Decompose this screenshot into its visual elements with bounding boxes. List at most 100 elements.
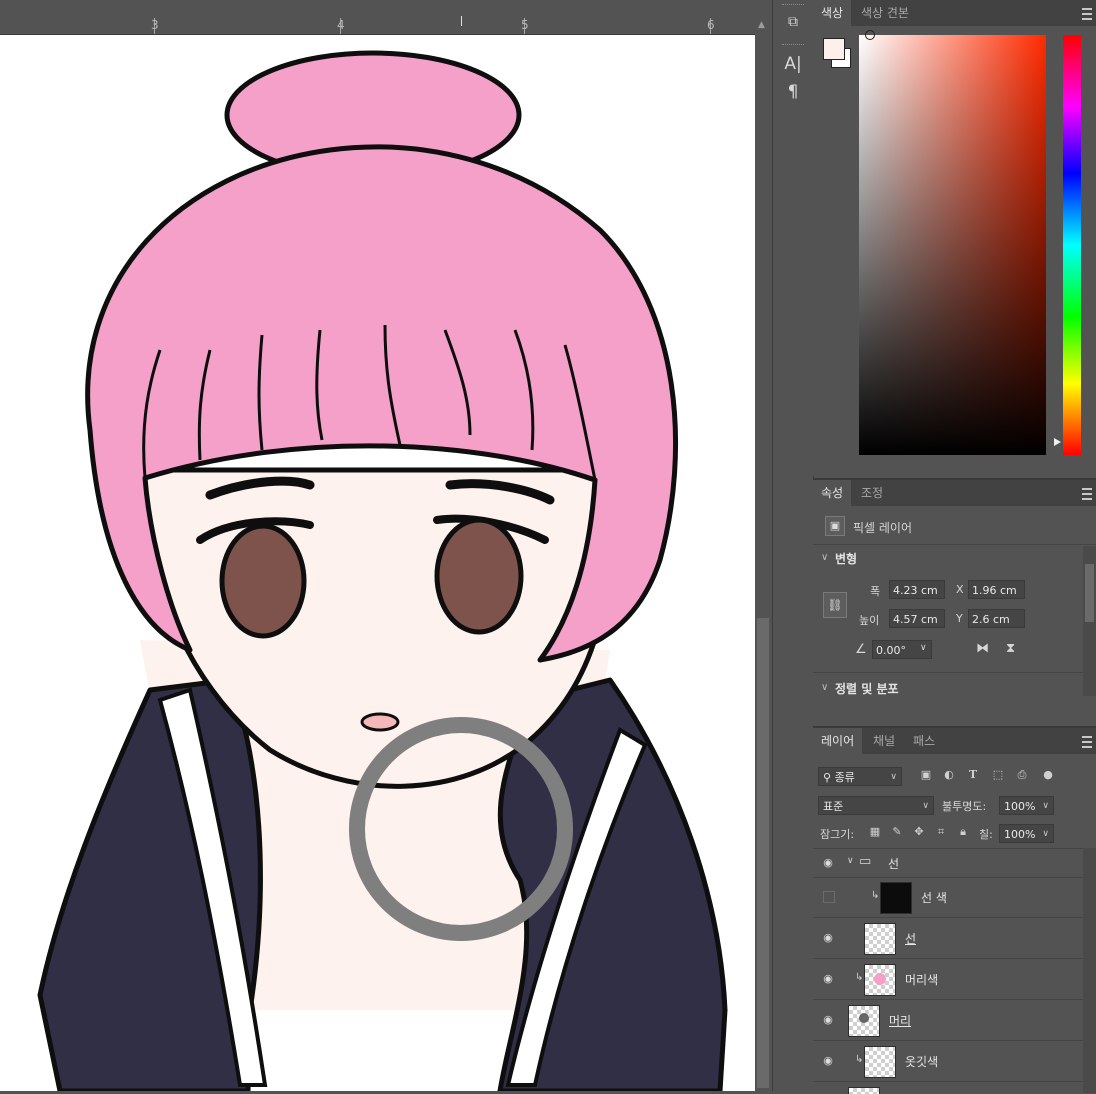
tab-layers[interactable]: 레이어 [813, 728, 863, 754]
chevron-down-icon: ∨ [1042, 801, 1049, 811]
left-eye [219, 523, 307, 639]
chevron-down-icon[interactable]: ∨ [920, 643, 927, 653]
thumbnail-hair-shape [874, 973, 886, 985]
chevron-down-icon: ∨ [1042, 829, 1049, 839]
lock-position-icon[interactable]: ✥ [912, 825, 926, 839]
layer-row[interactable]: ↳ 선 색 [813, 877, 1083, 918]
chevron-down-icon[interactable]: ∨ [821, 682, 828, 693]
tab-swatches[interactable]: 색상 견본 [853, 0, 917, 26]
tab-color[interactable]: 색상 [813, 0, 852, 26]
thumbnail-hair-shape [859, 1013, 869, 1023]
eye-icon[interactable]: ◉ [821, 1054, 835, 1068]
eye-icon[interactable]: ◉ [821, 972, 835, 986]
panel-menu-icon[interactable] [1082, 736, 1092, 748]
divider [813, 544, 1096, 545]
lock-transparency-icon[interactable]: ▦ [868, 825, 882, 839]
eye-icon[interactable]: ◉ [821, 856, 835, 870]
folder-icon: ▭ [859, 854, 872, 869]
y-field[interactable]: 2.6 cm [968, 609, 1025, 628]
layer-row[interactable]: ◉ 선 [813, 918, 1083, 959]
color-picker-cursor[interactable] [865, 30, 875, 40]
lock-paint-icon[interactable]: ✎ [890, 825, 904, 839]
flip-horizontal-icon[interactable]: ⧓ [976, 641, 989, 656]
tab-channels[interactable]: 채널 [865, 728, 903, 754]
history-icon[interactable]: ⧉ [781, 10, 805, 34]
transform-section-title[interactable]: 변형 [835, 550, 857, 567]
layer-name[interactable]: 선 [888, 855, 899, 872]
tab-properties[interactable]: 속성 [813, 480, 852, 506]
angle-icon: ∠ [855, 642, 867, 657]
layer-row[interactable]: ◉ ↳ 머리색 [813, 959, 1083, 1000]
chevron-down-icon[interactable]: ∨ [821, 552, 828, 563]
layer-name[interactable]: 머리 [889, 1012, 911, 1029]
shape-filter-icon[interactable]: ⬚ [991, 768, 1005, 782]
canvas-vertical-scrollbar[interactable]: ▲ [755, 0, 772, 1091]
properties-scrollbar[interactable] [1083, 546, 1096, 696]
character-illustration [37, 50, 728, 1091]
foreground-color-swatch[interactable] [823, 38, 845, 60]
filter-toggle-icon[interactable]: ● [1041, 768, 1055, 782]
scroll-up-icon[interactable]: ▲ [758, 20, 765, 30]
ruler-label: 4 [337, 18, 345, 32]
document-canvas[interactable] [0, 35, 755, 1091]
scrollbar-thumb[interactable] [1085, 564, 1094, 622]
align-distribute-section-title[interactable]: 정렬 및 분포 [835, 680, 899, 697]
panel-menu-icon[interactable] [1082, 8, 1092, 20]
pixel-layer-icon: ▣ [825, 516, 845, 536]
color-picker-field[interactable] [859, 35, 1046, 455]
layer-name[interactable]: 옷깃색 [905, 1053, 938, 1070]
opacity-value: 100% [1004, 800, 1036, 813]
layer-filter-value: 종류 [834, 771, 855, 784]
horizontal-ruler: 3 4 5 6 [0, 0, 755, 35]
layer-filter-select[interactable]: ⚲ 종류 ∨ [818, 767, 902, 786]
ruler-label: 3 [151, 18, 159, 32]
hue-slider-marker[interactable] [1054, 438, 1061, 446]
hidden-visibility-box[interactable] [823, 891, 835, 903]
fill-field[interactable]: 100% ∨ [999, 824, 1054, 843]
layer-row[interactable]: ◉ ↳ 옷깃색 [813, 1041, 1083, 1082]
ruler-position-marker [461, 16, 462, 26]
smart-object-filter-icon[interactable]: ⎙ [1015, 768, 1029, 782]
panel-menu-icon[interactable] [1082, 488, 1092, 500]
layers-panel: 레이어 채널 패스 ⚲ 종류 ∨ ▣ ◐ T ⬚ ⎙ ● 표준 ∨ 불투명도: 10… [813, 726, 1096, 1094]
pixel-filter-icon[interactable]: ▣ [919, 768, 933, 782]
chevron-down-icon: ∨ [922, 801, 929, 811]
dock-grip[interactable] [782, 4, 804, 8]
lock-all-icon[interactable]: 🔒︎ [956, 825, 970, 839]
layer-name[interactable]: 선 색 [921, 889, 947, 906]
tab-paths[interactable]: 패스 [905, 728, 943, 754]
lock-artboard-icon[interactable]: ⌗ [934, 825, 948, 839]
dock-grip[interactable] [782, 44, 804, 48]
layer-name[interactable]: 머리색 [905, 971, 938, 988]
x-field[interactable]: 1.96 cm [968, 580, 1025, 599]
mouth [360, 712, 400, 732]
adjustment-filter-icon[interactable]: ◐ [942, 768, 956, 782]
layer-thumbnail [848, 1005, 880, 1037]
hue-slider[interactable] [1063, 35, 1081, 455]
fill-value: 100% [1004, 828, 1036, 841]
height-field[interactable]: 4.57 cm [889, 609, 945, 628]
scrollbar-thumb[interactable] [757, 618, 769, 1088]
layers-scrollbar[interactable] [1083, 848, 1096, 1093]
tab-adjustments[interactable]: 조정 [853, 480, 891, 506]
layer-name[interactable]: 선 [905, 930, 916, 947]
color-panel-tabs: 색상 색상 견본 [813, 0, 1096, 26]
type-filter-icon[interactable]: T [966, 768, 980, 782]
x-label: X [956, 583, 964, 596]
opacity-field[interactable]: 100% ∨ [999, 796, 1054, 815]
layer-row-group[interactable]: ◉ ∨ ▭ 선 [813, 849, 1083, 878]
eye-icon[interactable]: ◉ [821, 931, 835, 945]
layer-row[interactable] [813, 1082, 1083, 1094]
width-field[interactable]: 4.23 cm [889, 580, 945, 599]
color-panel: 색상 색상 견본 [813, 0, 1096, 476]
flip-vertical-icon[interactable]: ⧗ [1006, 641, 1015, 656]
layer-row[interactable]: ◉ 머리 [813, 1000, 1083, 1041]
character-panel-icon[interactable]: A| [781, 52, 805, 76]
eye-icon[interactable]: ◉ [821, 1013, 835, 1027]
paragraph-panel-icon[interactable]: ¶ [781, 80, 805, 104]
chevron-down-icon[interactable]: ∨ [847, 856, 854, 866]
link-icon[interactable]: ⛓ [823, 592, 847, 618]
height-label: 높이 [859, 614, 880, 627]
search-icon: ⚲ [823, 771, 835, 784]
blend-mode-select[interactable]: 표준 ∨ [818, 796, 934, 815]
